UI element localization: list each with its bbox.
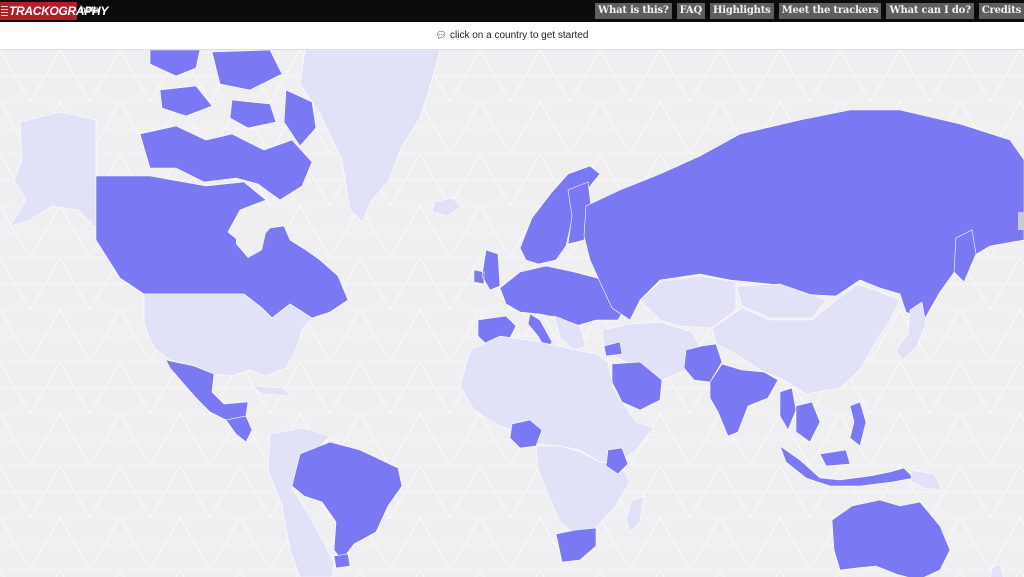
world-map[interactable] [0, 50, 1024, 577]
logo-mark-icon [1, 6, 8, 16]
nav-what-is-this[interactable]: What is this? [595, 3, 672, 19]
hint-bar: 💬︎ click on a country to get started [0, 22, 1024, 50]
nav-faq[interactable]: FAQ [676, 3, 705, 19]
hint-text: click on a country to get started [450, 30, 589, 41]
top-bar: TRACKOGRAPHY beta What is this? FAQ High… [0, 0, 1024, 22]
main-nav: What is this? FAQ Highlights Meet the tr… [595, 3, 1024, 19]
nav-meet-the-trackers[interactable]: Meet the trackers [778, 3, 882, 19]
trackography-logo[interactable]: TRACKOGRAPHY [0, 2, 108, 20]
world-map-svg[interactable] [0, 50, 1024, 577]
side-panel-handle[interactable] [1018, 212, 1024, 230]
country-uruguay[interactable] [333, 553, 351, 569]
speech-bubble-icon: 💬︎ [435, 30, 448, 40]
nav-what-can-i-do[interactable]: What can I do? [886, 3, 974, 19]
nav-highlights[interactable]: Highlights [709, 3, 774, 19]
nav-credits[interactable]: Credits [978, 3, 1024, 19]
beta-badge: beta [80, 5, 100, 16]
